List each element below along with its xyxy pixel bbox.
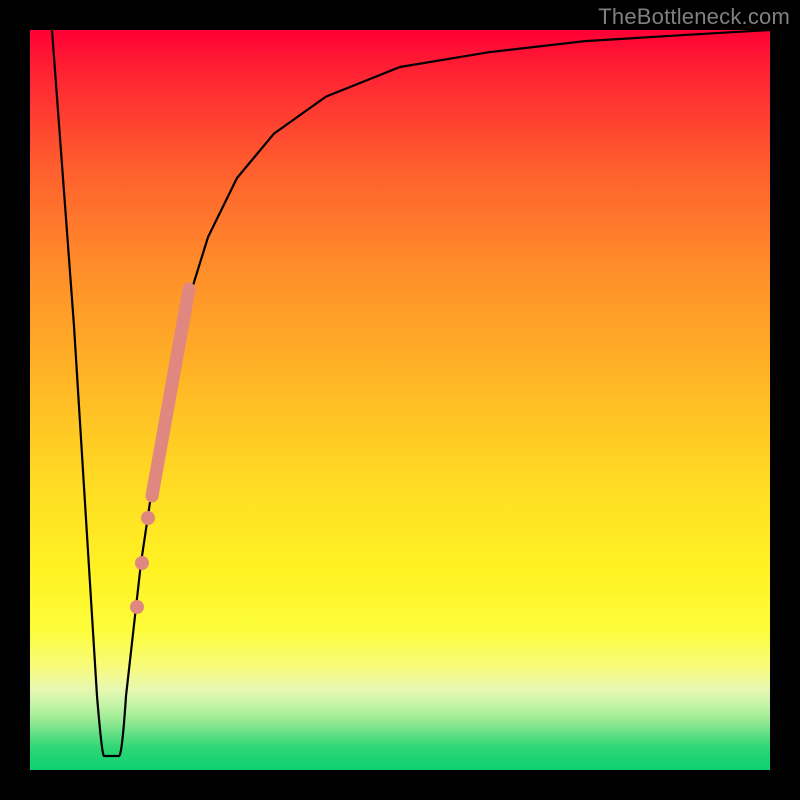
plot-area: [30, 30, 770, 770]
curve-svg: [30, 30, 770, 770]
highlight-segment: [152, 289, 189, 496]
chart-frame: TheBottleneck.com: [0, 0, 800, 800]
watermark-text: TheBottleneck.com: [598, 4, 790, 30]
highlight-dot-3: [130, 600, 144, 614]
highlight-dot-2: [135, 556, 149, 570]
bottleneck-curve: [52, 30, 770, 756]
highlight-dot-1: [141, 511, 155, 525]
